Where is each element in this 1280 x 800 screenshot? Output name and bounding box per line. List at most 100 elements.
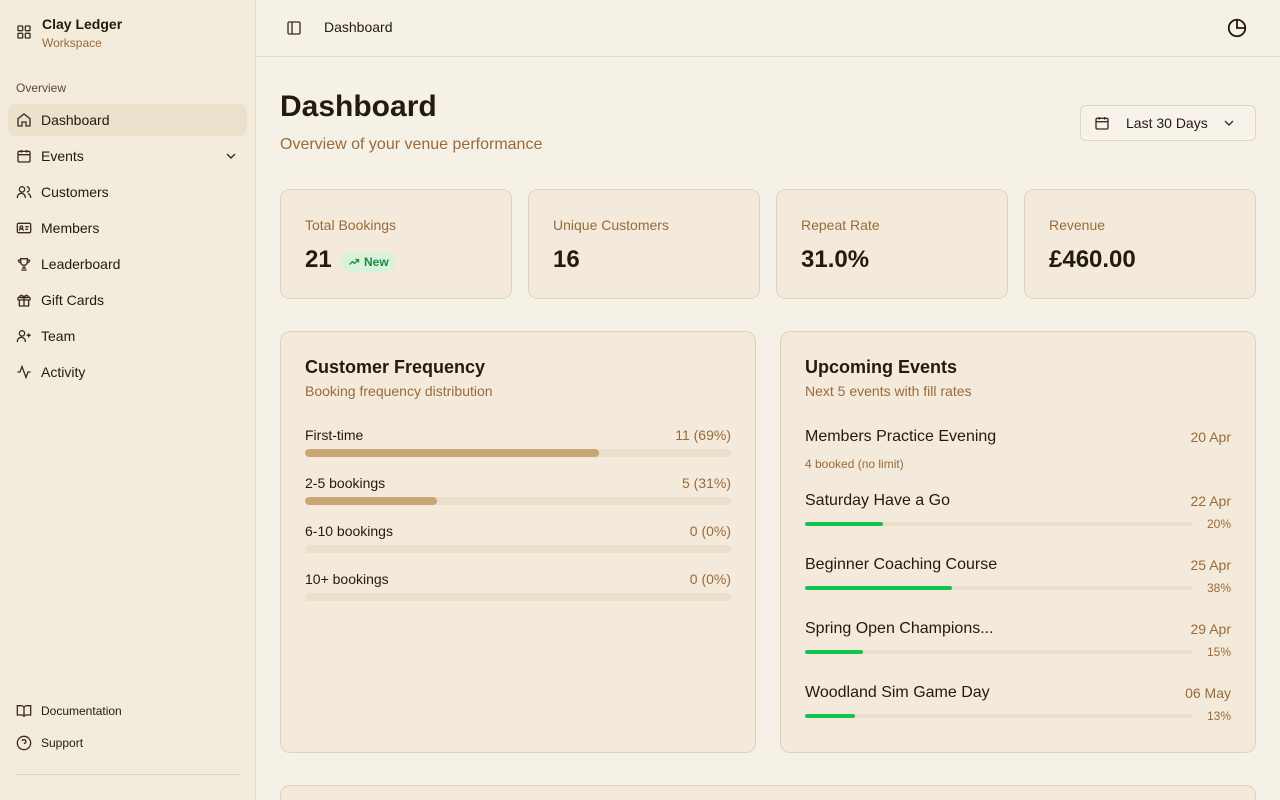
fill-rate-percent: 13% bbox=[1206, 709, 1231, 723]
theme-toggle-icon[interactable] bbox=[1226, 17, 1248, 39]
stat-value: 16 bbox=[553, 246, 580, 273]
fill-rate-track bbox=[805, 714, 1193, 718]
help-circle-icon bbox=[16, 735, 32, 751]
fill-rate-track bbox=[805, 586, 1193, 590]
panel-title: Upcoming Events bbox=[805, 357, 958, 377]
additional-card bbox=[280, 785, 1256, 800]
stat-card-unique-customers: Unique Customers 16 bbox=[528, 189, 760, 299]
stat-card-repeat-rate: Repeat Rate 31.0% bbox=[776, 189, 1008, 299]
documentation-link[interactable]: Documentation bbox=[8, 697, 247, 725]
frequency-count: 0 (0%) bbox=[689, 571, 731, 587]
customer-frequency-panel: Customer Frequency Booking frequency dis… bbox=[280, 331, 756, 753]
user-plus-icon bbox=[16, 330, 31, 342]
event-date: 25 Apr bbox=[1190, 557, 1231, 573]
frequency-bar-track bbox=[305, 545, 731, 553]
event-name: Spring Open Champions... bbox=[805, 620, 994, 637]
panel-title: Customer Frequency bbox=[305, 357, 486, 377]
sidebar-item-label: Customers bbox=[41, 184, 109, 200]
event-row[interactable]: Beginner Coaching Course 25 Apr 38% bbox=[805, 556, 1231, 604]
stat-label: Revenue bbox=[1049, 217, 1106, 233]
sidebar-item-label: Dashboard bbox=[41, 112, 110, 128]
date-range-select[interactable]: Last 30 Days bbox=[1080, 105, 1256, 141]
stat-value: £460.00 bbox=[1049, 246, 1136, 273]
frequency-row: 6-10 bookings 0 (0%) bbox=[305, 523, 731, 563]
breadcrumb: Dashboard bbox=[324, 19, 393, 35]
sidebar-item-team[interactable]: Team bbox=[8, 320, 247, 352]
nav-section-label: Overview bbox=[16, 81, 67, 95]
brand-subtitle: Workspace bbox=[42, 36, 102, 50]
frequency-count: 11 (69%) bbox=[675, 427, 731, 443]
main-nav: Dashboard Events Customers Members Leade… bbox=[8, 104, 247, 392]
stat-label: Total Bookings bbox=[305, 217, 397, 233]
trending-up-icon bbox=[349, 258, 360, 265]
frequency-bar-fill bbox=[305, 449, 599, 457]
frequency-label: 6-10 bookings bbox=[305, 523, 393, 539]
badge-label: New bbox=[364, 255, 389, 269]
event-row[interactable]: Spring Open Champions... 29 Apr 15% bbox=[805, 620, 1231, 668]
event-row[interactable]: Members Practice Evening 20 Apr 4 booked… bbox=[805, 428, 1231, 476]
grid-icon bbox=[17, 25, 31, 39]
users-icon bbox=[16, 186, 32, 198]
panel-subtitle: Booking frequency distribution bbox=[305, 383, 493, 399]
event-date: 29 Apr bbox=[1190, 621, 1231, 637]
stat-value: 31.0% bbox=[801, 246, 870, 273]
support-link[interactable]: Support bbox=[8, 729, 247, 757]
event-name: Beginner Coaching Course bbox=[805, 556, 998, 573]
fill-rate-bar bbox=[805, 714, 856, 718]
frequency-count: 0 (0%) bbox=[689, 523, 731, 539]
date-range-label: Last 30 Days bbox=[1126, 115, 1208, 131]
status-badge: New bbox=[341, 252, 396, 272]
sidebar-item-leaderboard[interactable]: Leaderboard bbox=[8, 248, 247, 280]
stat-label: Unique Customers bbox=[553, 217, 669, 233]
page-subtitle: Overview of your venue performance bbox=[280, 136, 543, 153]
sidebar-toggle-icon[interactable] bbox=[286, 20, 302, 36]
fill-rate-percent: 20% bbox=[1206, 517, 1231, 531]
trophy-icon bbox=[17, 258, 31, 271]
gift-icon bbox=[17, 294, 31, 307]
activity-icon bbox=[17, 364, 31, 380]
chevron-down-icon[interactable] bbox=[223, 148, 239, 164]
upcoming-events-panel: Upcoming Events Next 5 events with fill … bbox=[780, 331, 1256, 753]
sidebar-item-label: Members bbox=[41, 220, 100, 236]
frequency-bar-track bbox=[305, 497, 731, 505]
fill-rate-track bbox=[805, 650, 1193, 654]
event-name: Members Practice Evening bbox=[805, 428, 997, 445]
frequency-bar-track bbox=[305, 593, 731, 601]
sidebar-item-events[interactable]: Events bbox=[8, 140, 247, 172]
calendar-icon bbox=[1095, 117, 1109, 130]
frequency-label: 10+ bookings bbox=[305, 571, 389, 587]
page-title: Dashboard bbox=[280, 90, 437, 123]
stat-card-revenue: Revenue £460.00 bbox=[1024, 189, 1256, 299]
fill-rate-percent: 38% bbox=[1206, 581, 1231, 595]
frequency-row: First-time 11 (69%) bbox=[305, 427, 731, 467]
event-booking-note: 4 booked (no limit) bbox=[805, 457, 904, 471]
workspace-switcher[interactable]: Clay Ledger Workspace bbox=[16, 14, 122, 51]
sidebar-item-dashboard[interactable]: Dashboard bbox=[8, 104, 247, 136]
fill-rate-track bbox=[805, 522, 1193, 526]
frequency-label: 2-5 bookings bbox=[305, 475, 386, 491]
sidebar-item-customers[interactable]: Customers bbox=[8, 176, 247, 208]
chevron-down-icon bbox=[1224, 120, 1234, 126]
frequency-bar-track bbox=[305, 449, 731, 457]
sidebar-item-activity[interactable]: Activity bbox=[8, 356, 247, 388]
event-date: 06 May bbox=[1185, 685, 1231, 701]
frequency-bar-fill bbox=[305, 497, 438, 505]
panel-subtitle: Next 5 events with fill rates bbox=[805, 383, 972, 399]
calendar-icon bbox=[17, 150, 31, 163]
event-date: 22 Apr bbox=[1190, 493, 1231, 509]
frequency-count: 5 (31%) bbox=[681, 475, 731, 491]
frequency-row: 2-5 bookings 5 (31%) bbox=[305, 475, 731, 515]
frequency-row: 10+ bookings 0 (0%) bbox=[305, 571, 731, 611]
home-icon bbox=[17, 113, 31, 127]
sidebar-item-label: Leaderboard bbox=[41, 256, 121, 272]
topbar: Dashboard bbox=[256, 0, 1280, 57]
sidebar-item-gift-cards[interactable]: Gift Cards bbox=[8, 284, 247, 316]
frequency-label: First-time bbox=[305, 427, 364, 443]
sidebar-item-label: Activity bbox=[41, 364, 86, 380]
event-name: Woodland Sim Game Day bbox=[805, 684, 990, 701]
fill-rate-bar bbox=[805, 586, 953, 590]
fill-rate-bar bbox=[805, 650, 864, 654]
sidebar-item-members[interactable]: Members bbox=[8, 212, 247, 244]
event-row[interactable]: Saturday Have a Go 22 Apr 20% bbox=[805, 492, 1231, 540]
event-row[interactable]: Woodland Sim Game Day 06 May 13% bbox=[805, 684, 1231, 732]
